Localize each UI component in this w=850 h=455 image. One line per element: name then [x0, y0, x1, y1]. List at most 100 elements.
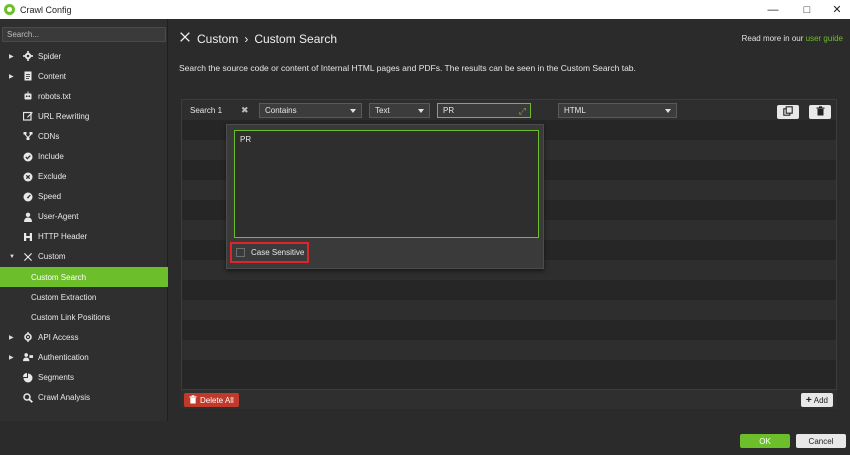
sidebar-search-input[interactable] — [2, 27, 166, 42]
sidebar-item-custom-link-positions[interactable]: Custom Link Positions — [0, 307, 168, 327]
trash-icon — [189, 394, 197, 406]
duplicate-button[interactable] — [777, 105, 799, 119]
expand-arrow-icon[interactable]: ▶ — [9, 334, 14, 341]
collapse-arrow-icon[interactable]: ▼ — [9, 254, 15, 260]
sidebar-item-label: Crawl Analysis — [38, 393, 91, 403]
chevron-down-icon — [418, 109, 424, 113]
text-editor-popup: PR Case Sensitive — [226, 124, 544, 269]
expand-arrow-icon[interactable]: ▶ — [9, 53, 14, 60]
edit-icon — [23, 111, 33, 121]
robot-icon — [23, 91, 33, 101]
page-description: Search the source code or content of Int… — [179, 63, 636, 73]
sidebar-item-label: Custom Search — [31, 272, 87, 282]
header-icon — [23, 232, 33, 242]
sidebar-item-exclude[interactable]: Exclude — [0, 167, 168, 187]
sidebar-item-custom[interactable]: ▼ Custom — [0, 247, 168, 267]
cancel-button[interactable]: Cancel — [796, 434, 846, 448]
sidebar-item-label: URL Rewriting — [38, 111, 90, 121]
sidebar-item-label: CDNs — [38, 131, 60, 141]
add-button[interactable]: + Add — [800, 393, 833, 407]
gear-icon — [23, 51, 33, 62]
panel-footer: Delete All + Add — [181, 389, 837, 409]
expand-arrow-icon[interactable]: ▶ — [9, 354, 14, 361]
sidebar-item-label: robots.txt — [38, 91, 71, 101]
magnifier-icon — [23, 392, 33, 403]
sidebar-item-label: User-Agent — [38, 212, 79, 222]
ok-button[interactable]: OK — [740, 434, 790, 448]
case-sensitive-checkbox[interactable] — [236, 248, 245, 257]
close-icon[interactable]: ✕ — [822, 0, 850, 19]
delete-all-button[interactable]: Delete All — [184, 393, 239, 407]
sidebar-item-label: Exclude — [38, 172, 67, 182]
sidebar-item-authentication[interactable]: ▶ Authentication — [0, 347, 168, 367]
user-guide-note: Read more in our user guide — [742, 34, 843, 43]
minimize-icon[interactable]: — — [758, 0, 788, 19]
user-guide-link[interactable]: user guide — [806, 34, 843, 43]
maximize-icon[interactable]: □ — [792, 0, 822, 19]
expand-icon[interactable]: ⤢ — [519, 106, 526, 117]
search-text-value: PR — [443, 106, 455, 115]
sidebar-item-label: Spider — [38, 51, 62, 61]
table-row — [182, 280, 836, 300]
expand-arrow-icon[interactable]: ▶ — [9, 73, 14, 80]
clear-name-icon[interactable]: ✖ — [241, 105, 249, 116]
sidebar-item-label: HTTP Header — [38, 232, 88, 242]
search-text-input[interactable]: PR ⤢ — [437, 103, 531, 118]
sidebar-item-http-header[interactable]: HTTP Header — [0, 227, 168, 247]
sidebar-item-label: Custom — [38, 252, 66, 262]
api-icon — [23, 332, 33, 343]
trash-icon — [816, 106, 825, 118]
sidebar-item-label: Custom Extraction — [31, 292, 97, 302]
sidebar-item-cdns[interactable]: CDNs — [0, 126, 168, 146]
main-content: Custom › Custom Search Read more in our … — [169, 19, 850, 455]
sidebar-item-custom-extraction[interactable]: Custom Extraction — [0, 287, 168, 307]
search-name-field[interactable]: Search 1 — [185, 103, 243, 118]
sidebar-item-user-agent[interactable]: User-Agent — [0, 207, 168, 227]
chevron-down-icon — [665, 109, 671, 113]
x-circle-icon — [23, 172, 33, 182]
document-icon — [23, 71, 33, 81]
sidebar-item-label: Content — [38, 71, 67, 81]
search-scope-select[interactable]: HTML — [558, 103, 677, 118]
breadcrumb-root: Custom — [197, 31, 239, 46]
breadcrumb-separator: › — [244, 31, 249, 46]
sidebar-item-label: Custom Link Positions — [31, 312, 111, 322]
search-type-select[interactable]: Text — [369, 103, 430, 118]
guide-prefix: Read more in our — [741, 34, 804, 43]
sidebar-item-label: Speed — [38, 192, 62, 202]
sidebar-item-spider[interactable]: ▶ Spider — [0, 46, 168, 66]
match-mode-value: Contains — [265, 106, 297, 115]
user-icon — [23, 212, 33, 222]
sidebar-item-api-access[interactable]: ▶ API Access — [0, 327, 168, 347]
chevron-down-icon — [350, 109, 356, 113]
sidebar-item-speed[interactable]: Speed — [0, 187, 168, 207]
users-icon — [23, 352, 33, 362]
sidebar-item-content[interactable]: ▶ Content — [0, 66, 168, 86]
table-row — [182, 300, 836, 320]
sidebar-item-url-rewriting[interactable]: URL Rewriting — [0, 106, 168, 126]
tools-icon — [23, 252, 33, 262]
check-circle-icon — [23, 152, 33, 162]
sidebar-item-segments[interactable]: Segments — [0, 368, 168, 388]
app-logo-icon — [4, 4, 15, 15]
sidebar: ▶ Spider ▶ Content robots.txt URL Rewrit… — [0, 19, 168, 421]
sidebar-nav: ▶ Spider ▶ Content robots.txt URL Rewrit… — [0, 46, 168, 408]
sidebar-item-crawl-analysis[interactable]: Crawl Analysis — [0, 388, 168, 408]
sidebar-item-label: API Access — [38, 332, 79, 342]
sidebar-item-label: Authentication — [38, 352, 89, 362]
sidebar-item-custom-search[interactable]: Custom Search — [0, 267, 168, 288]
delete-row-button[interactable] — [809, 105, 831, 119]
window-title: Crawl Config — [20, 4, 72, 15]
search-text-editor[interactable]: PR — [234, 130, 539, 238]
case-sensitive-label: Case Sensitive — [251, 248, 305, 257]
sidebar-item-include[interactable]: Include — [0, 146, 168, 166]
sidebar-item-robots[interactable]: robots.txt — [0, 86, 168, 106]
network-icon — [23, 131, 33, 141]
pie-icon — [23, 372, 33, 383]
table-row — [182, 340, 836, 360]
sidebar-item-label: Segments — [38, 373, 75, 383]
match-mode-select[interactable]: Contains — [259, 103, 362, 118]
copy-icon — [783, 106, 793, 118]
speedometer-icon — [23, 192, 33, 202]
case-sensitive-option[interactable]: Case Sensitive — [230, 242, 309, 263]
